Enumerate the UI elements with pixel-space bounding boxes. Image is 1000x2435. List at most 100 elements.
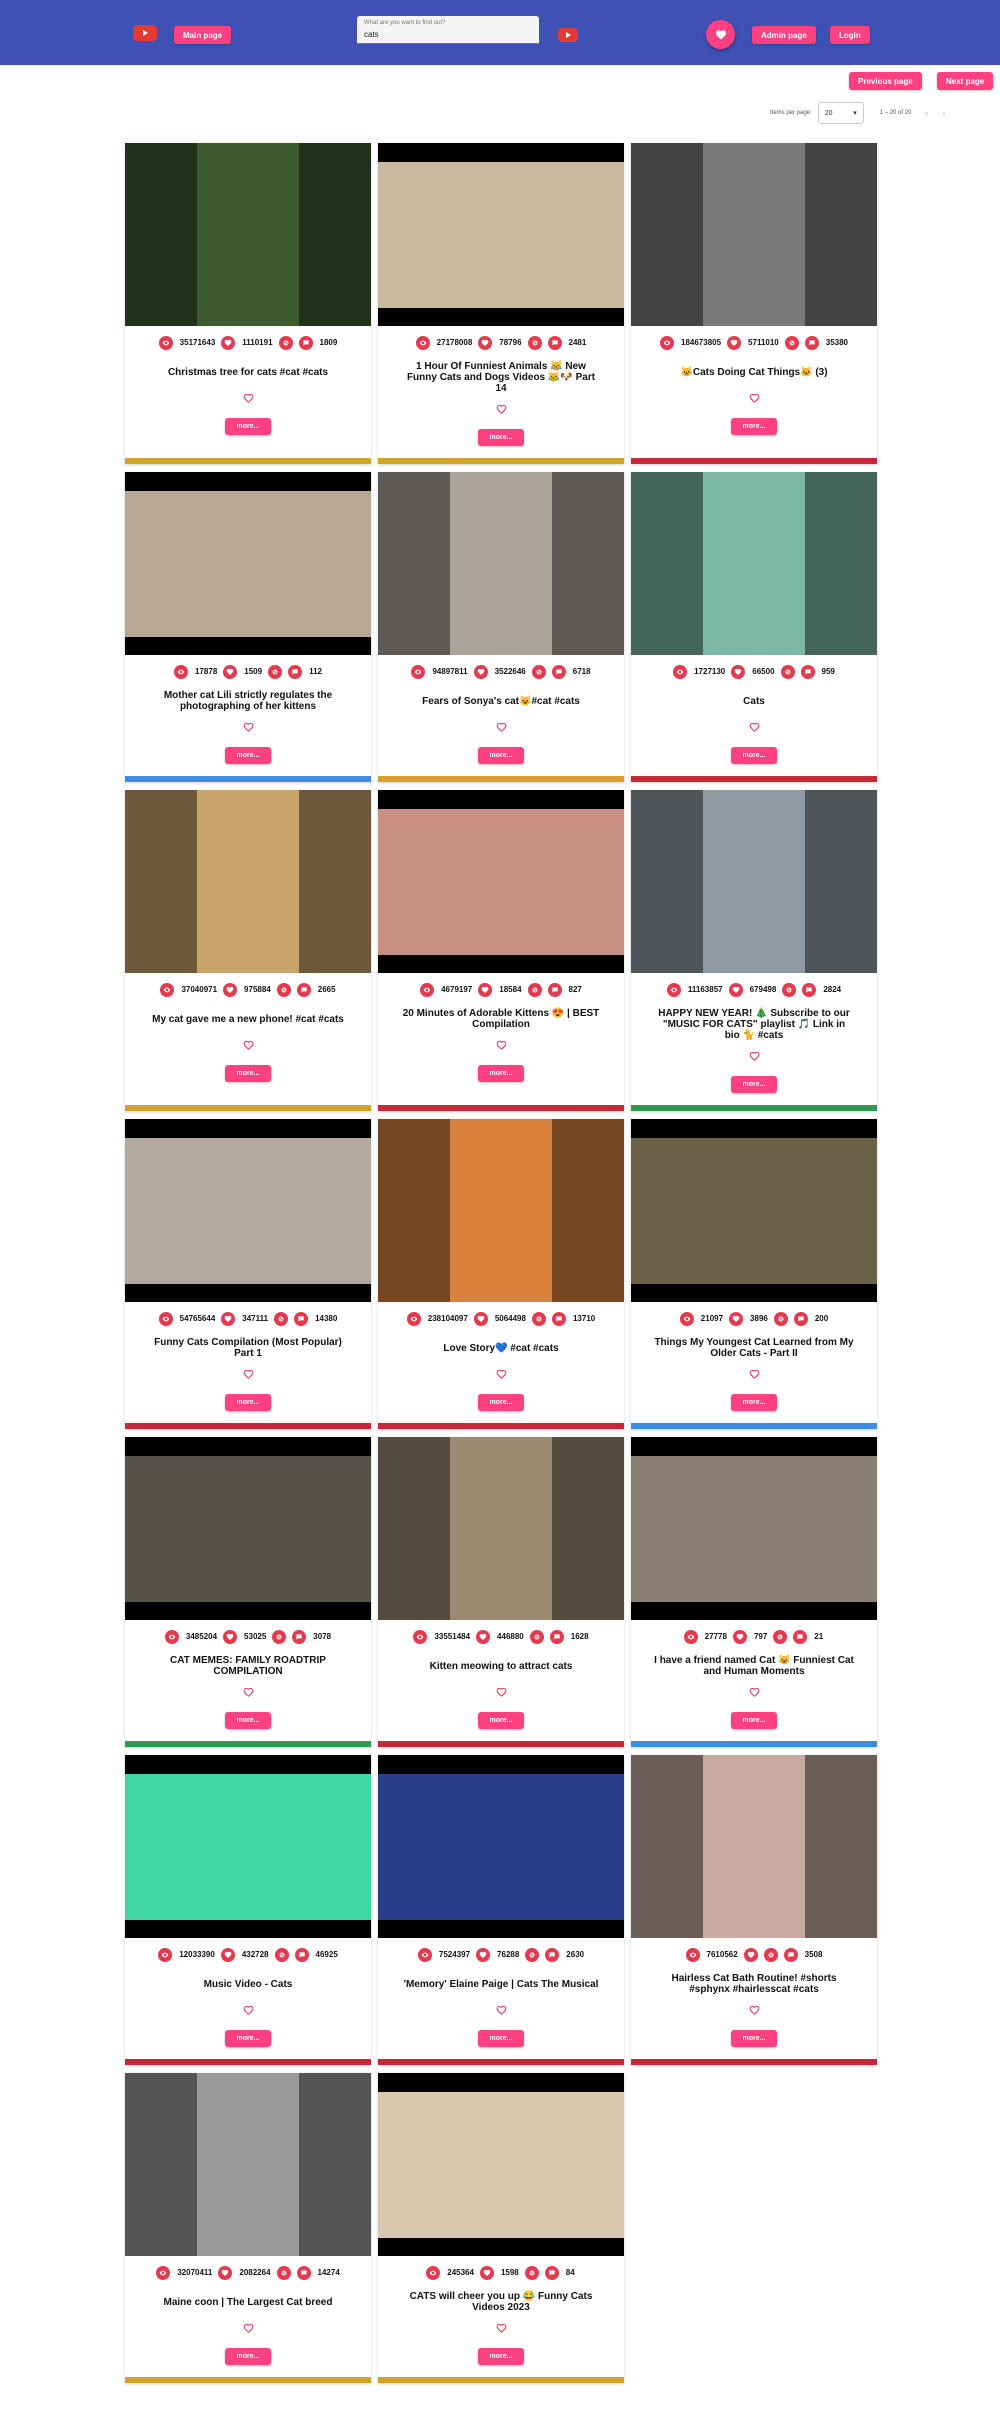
login-button[interactable]: Login [830,26,870,44]
favorite-heart-icon[interactable] [241,2321,255,2335]
favorite-heart-icon[interactable] [747,1049,761,1063]
favorites-heart-icon[interactable] [706,20,735,49]
comment-count: 14380 [315,1314,338,1323]
video-stats: 33551484 446880 1628 [378,1620,624,1653]
view-count: 54765644 [179,1314,216,1323]
like-count: 3522646 [494,667,526,676]
comment-count: 3508 [804,1950,823,1959]
video-thumbnail[interactable] [378,143,624,326]
favorite-heart-icon[interactable] [747,720,761,734]
favorite-heart-icon[interactable] [747,1685,761,1699]
favorite-heart-icon[interactable] [241,1685,255,1699]
favorite-heart-icon[interactable] [747,2003,761,2017]
more-button[interactable]: more... [730,2030,778,2047]
heart-icon [223,664,238,679]
video-thumbnail[interactable] [125,143,371,326]
video-thumbnail[interactable] [378,472,624,655]
favorite-heart-icon[interactable] [241,391,255,405]
more-button[interactable]: more... [224,1712,272,1729]
view-count: 33551484 [434,1632,471,1641]
comment-count: 959 [821,667,835,676]
page-size-select[interactable]: 20 ▾ [817,102,864,124]
search-field[interactable]: What are you want to find out? cats [357,16,539,44]
previous-page-button[interactable]: Previous page [849,72,922,90]
favorite-heart-icon[interactable] [494,1038,508,1052]
video-thumbnail[interactable] [631,472,877,655]
favorite-heart-icon[interactable] [241,2003,255,2017]
admin-page-button[interactable]: Admin page [752,26,816,44]
video-thumbnail[interactable] [125,2073,371,2256]
youtube-play-icon[interactable] [133,25,157,41]
eye-icon [413,1629,428,1644]
more-button[interactable]: more... [730,1712,778,1729]
video-thumbnail[interactable] [378,1119,624,1302]
like-count: 2082264 [239,2268,271,2277]
dislike-icon [278,335,293,350]
more-button[interactable]: more... [477,1065,525,1082]
video-thumbnail[interactable] [125,1119,371,1302]
thumbnail-image [703,790,805,973]
more-button[interactable]: more... [477,2348,525,2365]
more-button[interactable]: more... [224,2030,272,2047]
favorite-heart-icon[interactable] [241,1038,255,1052]
more-button[interactable]: more... [477,1712,525,1729]
thumbnail-blur-right [805,790,877,973]
more-button[interactable]: more... [224,747,272,764]
favorite-heart-icon[interactable] [494,720,508,734]
chevron-right-icon[interactable]: › [942,108,945,118]
more-button[interactable]: more... [477,2030,525,2047]
video-thumbnail[interactable] [125,1437,371,1620]
more-button[interactable]: more... [730,1394,778,1411]
favorite-heart-icon[interactable] [494,1685,508,1699]
paginator: Items per page: 20 ▾ 1 – 20 of 20 ‹ › [770,102,945,124]
favorite-heart-icon[interactable] [747,391,761,405]
video-thumbnail[interactable] [631,1437,877,1620]
more-button[interactable]: more... [730,418,778,435]
video-title: My cat gave me a new phone! #cat #cats [152,1013,344,1025]
search-input[interactable]: cats [364,30,532,39]
search-submit-icon[interactable] [558,28,578,42]
more-button[interactable]: more... [730,1076,778,1093]
dislike-icon [784,335,799,350]
thumbnail-image [197,2073,299,2256]
more-button[interactable]: more... [224,1065,272,1082]
view-count: 11163857 [687,985,723,994]
more-button[interactable]: more... [224,2348,272,2365]
video-thumbnail[interactable] [378,2073,624,2256]
like-count: 76288 [497,1950,520,1959]
chevron-left-icon[interactable]: ‹ [925,108,928,118]
favorite-heart-icon[interactable] [241,1367,255,1381]
video-thumbnail[interactable] [125,1755,371,1938]
favorite-heart-icon[interactable] [494,2321,508,2335]
page-range-label: 1 – 20 of 20 [879,110,912,116]
video-title: HAPPY NEW YEAR! 🎄 Subscribe to our "MUSI… [658,1008,850,1041]
main-page-button[interactable]: Main page [174,26,232,44]
more-button[interactable]: more... [477,1394,525,1411]
favorite-heart-icon[interactable] [747,1367,761,1381]
comment-count: 2665 [317,985,336,994]
more-button[interactable]: more... [477,747,525,764]
favorite-heart-icon[interactable] [494,1367,508,1381]
next-page-button[interactable]: Next page [937,72,994,90]
more-button[interactable]: more... [224,1394,272,1411]
video-thumbnail[interactable] [378,1437,624,1620]
video-thumbnail[interactable] [631,1119,877,1302]
video-thumbnail[interactable] [378,790,624,973]
video-thumbnail[interactable] [631,143,877,326]
favorite-heart-icon[interactable] [241,720,255,734]
video-stats: 11163857 679498 2824 [631,973,877,1006]
eye-icon [426,2265,441,2280]
favorite-heart-icon[interactable] [494,402,508,416]
video-thumbnail[interactable] [125,790,371,973]
favorite-heart-icon[interactable] [494,2003,508,2017]
more-button[interactable]: more... [477,429,525,446]
video-thumbnail[interactable] [631,1755,877,1938]
more-button[interactable]: more... [224,418,272,435]
dislike-icon [763,1947,778,1962]
video-title: Fears of Sonya's cat😺#cat #cats [422,695,580,707]
thumbnail-image [631,1455,877,1602]
video-thumbnail[interactable] [631,790,877,973]
video-thumbnail[interactable] [378,1755,624,1938]
video-thumbnail[interactable] [125,472,371,655]
more-button[interactable]: more... [730,747,778,764]
